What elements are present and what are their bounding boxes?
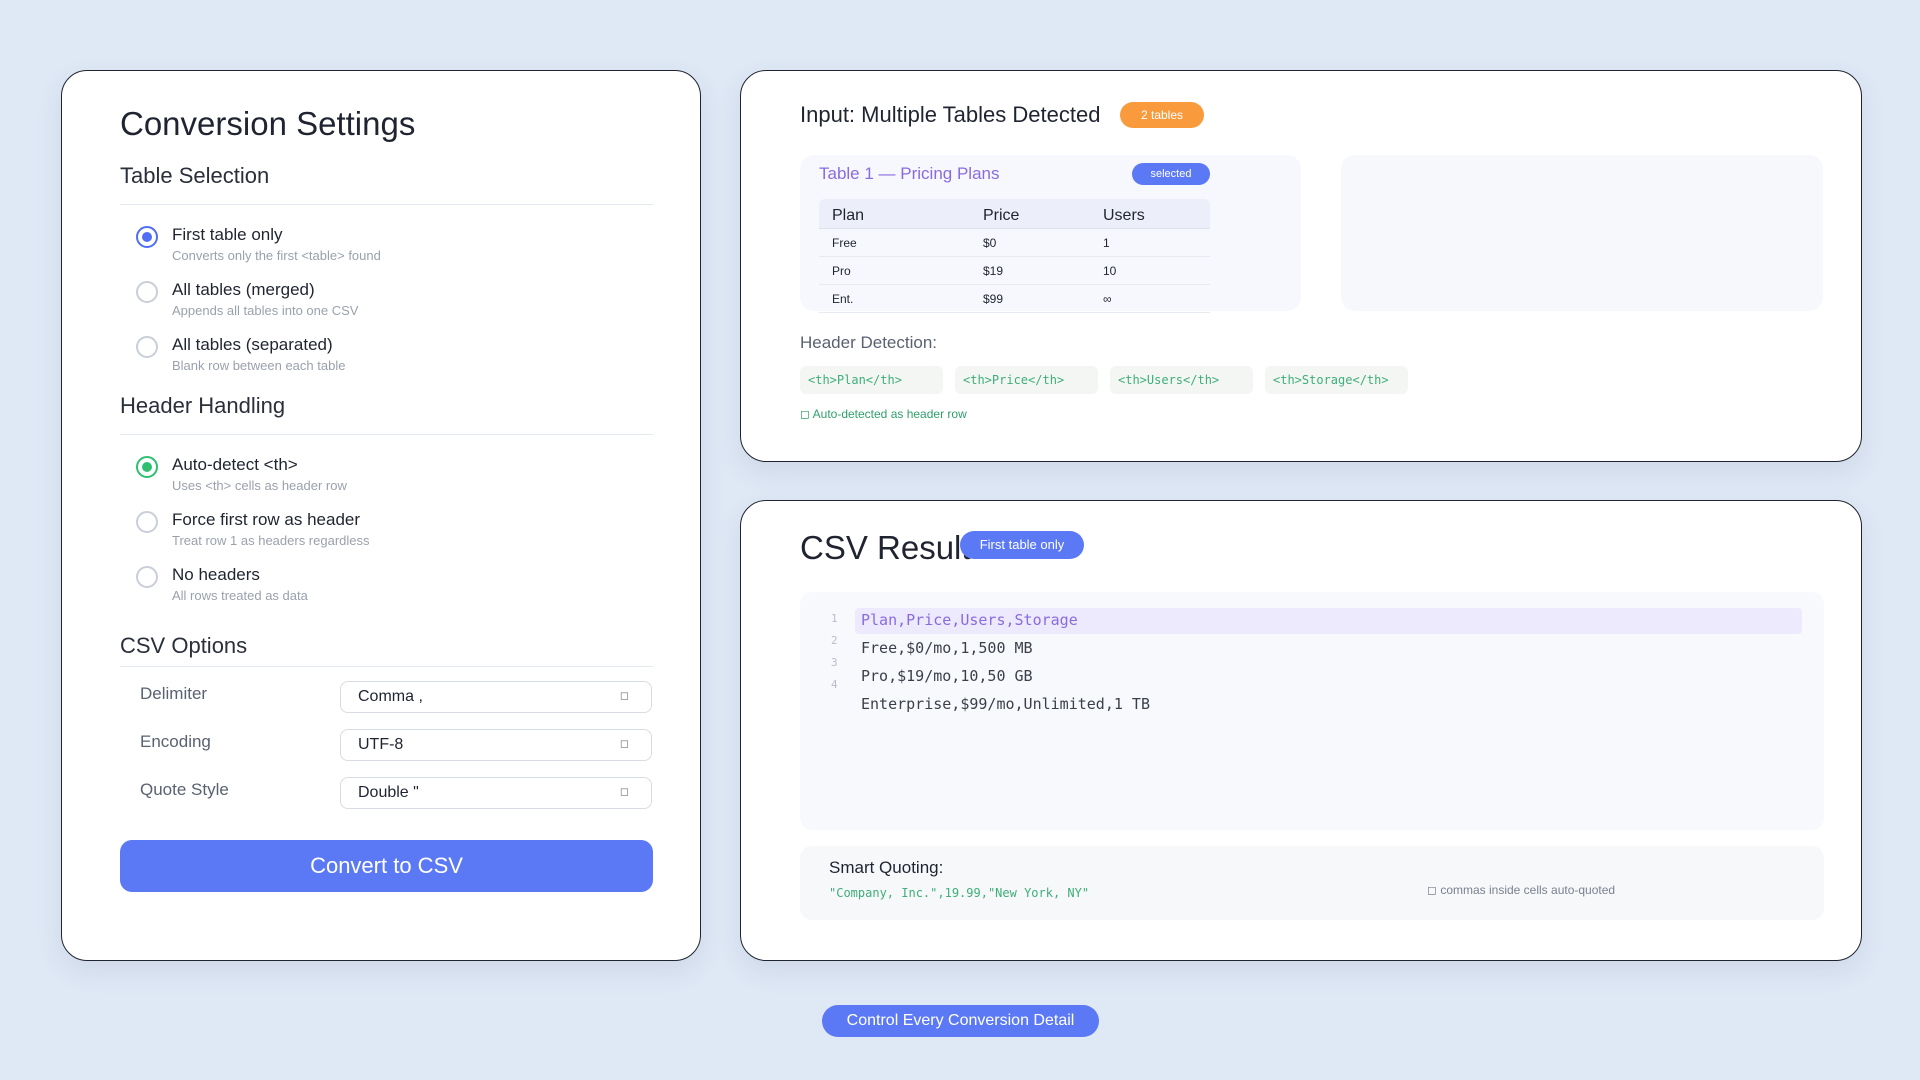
csv-output-panel[interactable]: 1 2 3 4 Plan,Price,Users,Storage Free,$0… [800,592,1824,830]
table-row: Ent. $99 ∞ [819,285,1210,313]
th-tag-storage: <th>Storage</th> [1265,366,1408,394]
option-label: All tables (merged) [172,280,315,299]
table-cell: $0 [983,236,997,250]
option-description: Converts only the first <table> found [172,248,381,263]
delimiter-label: Delimiter [140,684,208,703]
csv-header-line: Plan,Price,Users,Storage [855,608,1802,634]
radio-no-headers[interactable]: No headers All rows treated as data [136,563,636,611]
table-cell: 1 [1103,236,1110,250]
option-description: Blank row between each table [172,358,346,373]
quote-style-value: Double " [358,784,419,801]
smart-quoting-title: Smart Quoting: [829,858,944,877]
chevron-down-icon: ◻ [619,738,629,750]
table-selection-title: Table Selection [120,163,270,188]
table-cell: Pro [832,264,851,278]
csv-line: Pro,$19/mo,10,50 GB [861,667,1033,685]
check-icon: ◻ [1427,883,1437,897]
th-tag-price: <th>Price</th> [955,366,1098,394]
tables-count-badge: 2 tables [1120,102,1204,128]
table-cell: Free [832,236,857,250]
table-cell: 10 [1103,264,1117,278]
header-detection-note-text: Auto-detected as header row [812,407,967,421]
input-tables-card: Input: Multiple Tables Detected 2 tables… [740,70,1862,462]
line-number: 4 [831,678,838,691]
radio-all-tables-merged[interactable]: All tables (merged) Appends all tables i… [136,278,636,326]
option-label: Auto-detect <th> [172,455,298,474]
radio-indicator[interactable] [136,511,158,533]
option-label: All tables (separated) [172,335,333,354]
pricing-plans-table: Plan Price Users Free $0 1 Pro $19 10 En… [819,199,1210,313]
radio-indicator[interactable] [136,281,158,303]
option-description: Appends all tables into one CSV [172,303,359,318]
csv-result-card: CSV Result First table only 1 2 3 4 Plan… [740,500,1862,961]
table-cell: ∞ [1103,292,1112,306]
csv-line: Enterprise,$99/mo,Unlimited,1 TB [861,695,1150,713]
encoding-label: Encoding [140,732,211,751]
table-cell: $99 [983,292,1004,306]
radio-selected-indicator[interactable] [136,226,158,248]
table-cell: $19 [983,264,1004,278]
table-row: Free $0 1 [819,229,1210,257]
input-title: Input: Multiple Tables Detected [800,102,1101,127]
smart-quoting-panel: Smart Quoting: "Company, Inc.",19.99,"Ne… [800,846,1824,920]
table-1-title: Table 1 — Pricing Plans [819,164,1000,183]
divider [120,666,653,667]
radio-first-table-only[interactable]: First table only Converts only the first… [136,223,636,271]
mode-badge: First table only [960,531,1084,559]
chevron-down-icon: ◻ [619,786,629,798]
option-description: Treat row 1 as headers regardless [172,533,370,548]
divider [120,434,653,435]
radio-selected-indicator[interactable] [136,456,158,478]
delimiter-value: Comma , [358,688,423,705]
option-label: Force first row as header [172,510,361,529]
line-number: 1 [831,612,838,625]
footer-tagline: Control Every Conversion Detail [822,1005,1099,1037]
csv-result-title: CSV Result [800,529,971,566]
radio-all-tables-separated[interactable]: All tables (separated) Blank row between… [136,333,636,381]
quote-style-label: Quote Style [140,780,229,799]
delimiter-select[interactable]: Comma , ◻ [340,681,652,713]
chevron-down-icon: ◻ [619,690,629,702]
radio-force-first-row[interactable]: Force first row as header Treat row 1 as… [136,508,636,556]
table-cell: Ent. [832,292,854,306]
option-label: First table only [172,225,283,244]
table-header-row: Plan Price Users [819,199,1210,229]
quote-style-select[interactable]: Double " ◻ [340,777,652,809]
smart-quoting-note: ◻ commas inside cells auto-quoted [1427,883,1615,897]
csv-options-title: CSV Options [120,633,248,658]
th-tag-users: <th>Users</th> [1110,366,1253,394]
option-label: No headers [172,565,260,584]
header-detection-note: ◻ Auto-detected as header row [800,407,967,421]
table-row: Pro $19 10 [819,257,1210,285]
smart-quoting-example: "Company, Inc.",19.99,"New York, NY" [829,886,1090,900]
encoding-value: UTF-8 [358,736,404,753]
radio-auto-detect-th[interactable]: Auto-detect <th> Uses <th> cells as head… [136,453,636,501]
selected-badge: selected [1132,163,1210,185]
encoding-select[interactable]: UTF-8 ◻ [340,729,652,761]
line-number: 3 [831,656,838,669]
divider [120,204,653,205]
header-handling-title: Header Handling [120,393,286,418]
header-cell: Users [1103,207,1145,224]
line-number: 2 [831,634,838,647]
header-cell: Price [983,207,1020,224]
settings-title: Conversion Settings [120,105,416,142]
radio-indicator[interactable] [136,336,158,358]
csv-line: Free,$0/mo,1,500 MB [861,639,1033,657]
check-icon: ◻ [800,407,810,421]
convert-to-csv-button[interactable]: Convert to CSV [120,840,653,892]
option-description: Uses <th> cells as header row [172,478,347,493]
smart-quoting-note-text: commas inside cells auto-quoted [1440,883,1616,897]
option-description: All rows treated as data [172,588,308,603]
header-detection-label: Header Detection: [800,333,938,352]
table-2-preview-placeholder[interactable] [1341,155,1823,311]
radio-indicator[interactable] [136,566,158,588]
table-1-preview[interactable]: Table 1 — Pricing Plans selected Plan Pr… [800,155,1301,313]
header-cell: Plan [832,207,865,224]
th-tag-plan: <th>Plan</th> [800,366,943,394]
conversion-settings-card: Conversion Settings Table Selection Firs… [61,70,701,961]
